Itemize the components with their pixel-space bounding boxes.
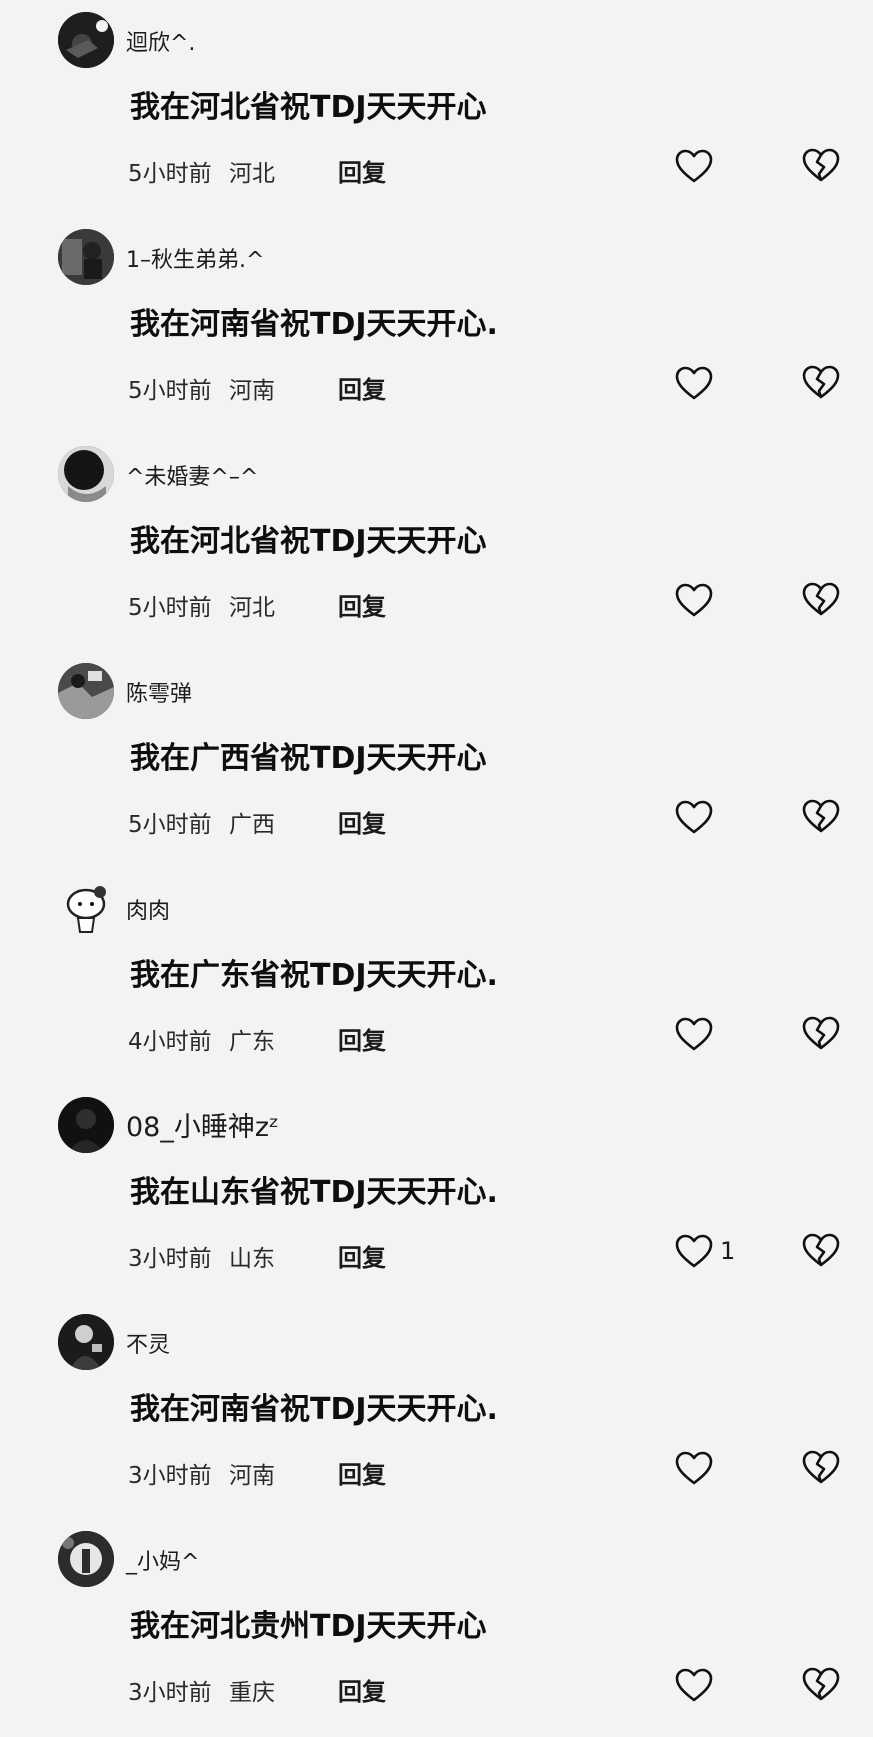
comment-item: ^未婚妻^–^ 我在河北省祝TDJ天天开心 5小时前 河北 回复 (0, 434, 873, 651)
comment-meta: 3小时前 河南 (128, 1456, 275, 1490)
broken-heart-icon (800, 797, 842, 835)
dislike-button[interactable] (800, 1231, 842, 1271)
comment-meta: 5小时前 河北 (128, 588, 275, 622)
reply-button[interactable]: 回复 (338, 804, 386, 839)
dislike-button[interactable] (800, 1448, 842, 1488)
dislike-button[interactable] (800, 363, 842, 403)
like-button[interactable] (674, 146, 720, 186)
comment-text: 我在河北贵州TDJ天天开心 (130, 1609, 487, 1644)
comment-text: 我在河北省祝TDJ天天开心 (130, 524, 487, 559)
username[interactable]: 陈雩弹 (126, 676, 192, 708)
heart-outline-icon (674, 365, 714, 401)
broken-heart-icon (800, 1448, 842, 1486)
comment-text: 我在山东省祝TDJ天天开心. (130, 1175, 498, 1210)
comment-location: 河北 (228, 595, 275, 621)
username[interactable]: 迴欣^. (126, 25, 195, 57)
reply-button[interactable]: 回复 (338, 153, 386, 188)
comment-time: 4小时前 (128, 1029, 212, 1055)
username[interactable]: 1–秋生弟弟.^ (126, 242, 264, 274)
comment-item: 不灵 我在河南省祝TDJ天天开心. 3小时前 河南 回复 (0, 1302, 873, 1519)
broken-heart-icon (800, 146, 842, 184)
heart-outline-icon (674, 1233, 714, 1269)
broken-heart-icon (800, 1665, 842, 1703)
comment-time: 5小时前 (128, 812, 212, 838)
comment-meta: 5小时前 广西 (128, 805, 275, 839)
comment-meta: 3小时前 重庆 (128, 1673, 275, 1707)
comment-item: 1–秋生弟弟.^ 我在河南省祝TDJ天天开心. 5小时前 河南 回复 (0, 217, 873, 434)
comment-item: 08_小睡神zᶻ 我在山东省祝TDJ天天开心. 3小时前 山东 回复 1 (0, 1085, 873, 1302)
comment-time: 3小时前 (128, 1463, 212, 1489)
user-avatar[interactable] (58, 663, 114, 719)
heart-outline-icon (674, 1450, 714, 1486)
reply-button[interactable]: 回复 (338, 587, 386, 622)
comment-location: 河北 (228, 161, 275, 187)
heart-outline-icon (674, 799, 714, 835)
broken-heart-icon (800, 1014, 842, 1052)
comment-time: 3小时前 (128, 1246, 212, 1272)
user-avatar[interactable] (58, 1314, 114, 1370)
like-button[interactable] (674, 363, 720, 403)
username[interactable]: _小妈^ (126, 1544, 199, 1576)
comment-item: _小妈^ 我在河北贵州TDJ天天开心 3小时前 重庆 回复 (0, 1519, 873, 1736)
username[interactable]: ^未婚妻^–^ (126, 459, 258, 491)
comment-time: 5小时前 (128, 161, 212, 187)
like-button[interactable] (674, 1448, 720, 1488)
comment-location: 山东 (228, 1246, 275, 1272)
comment-time: 5小时前 (128, 595, 212, 621)
user-avatar[interactable] (58, 1097, 114, 1153)
reply-button[interactable]: 回复 (338, 1455, 386, 1490)
comment-meta: 5小时前 河南 (128, 371, 275, 405)
username[interactable]: 08_小睡神zᶻ (126, 1105, 279, 1144)
broken-heart-icon (800, 1231, 842, 1269)
comment-text: 我在河南省祝TDJ天天开心. (130, 307, 498, 342)
like-button[interactable] (674, 580, 720, 620)
broken-heart-icon (800, 580, 842, 618)
comment-meta: 5小时前 河北 (128, 154, 275, 188)
heart-outline-icon (674, 148, 714, 184)
username[interactable]: 不灵 (126, 1327, 170, 1359)
heart-outline-icon (674, 582, 714, 618)
comment-location: 广东 (228, 1029, 275, 1055)
username[interactable]: 肉肉 (126, 893, 170, 925)
comment-item: 迴欣^. 我在河北省祝TDJ天天开心 5小时前 河北 回复 (0, 0, 873, 217)
comment-item: 陈雩弹 我在广西省祝TDJ天天开心 5小时前 广西 回复 (0, 651, 873, 868)
dislike-button[interactable] (800, 1014, 842, 1054)
broken-heart-icon (800, 363, 842, 401)
comment-item: 肉肉 我在广东省祝TDJ天天开心. 4小时前 广东 回复 (0, 868, 873, 1085)
reply-button[interactable]: 回复 (338, 1672, 386, 1707)
comment-location: 广西 (228, 812, 275, 838)
like-button[interactable] (674, 797, 720, 837)
like-count: 1 (720, 1237, 736, 1265)
reply-button[interactable]: 回复 (338, 370, 386, 405)
comment-time: 5小时前 (128, 378, 212, 404)
user-avatar[interactable] (58, 1531, 114, 1587)
user-avatar[interactable] (58, 880, 114, 936)
dislike-button[interactable] (800, 146, 842, 186)
comment-meta: 3小时前 山东 (128, 1239, 275, 1273)
heart-outline-icon (674, 1016, 714, 1052)
like-button[interactable] (674, 1014, 720, 1054)
reply-button[interactable]: 回复 (338, 1021, 386, 1056)
comment-location: 河南 (228, 1463, 275, 1489)
comment-meta: 4小时前 广东 (128, 1022, 275, 1056)
like-button[interactable] (674, 1665, 720, 1705)
comment-text: 我在河北省祝TDJ天天开心 (130, 90, 487, 125)
dislike-button[interactable] (800, 1665, 842, 1705)
like-button[interactable]: 1 (674, 1231, 735, 1271)
user-avatar[interactable] (58, 12, 114, 68)
comment-text: 我在广西省祝TDJ天天开心 (130, 741, 487, 776)
user-avatar[interactable] (58, 446, 114, 502)
user-avatar[interactable] (58, 229, 114, 285)
comment-location: 河南 (228, 378, 275, 404)
comment-time: 3小时前 (128, 1680, 212, 1706)
dislike-button[interactable] (800, 797, 842, 837)
heart-outline-icon (674, 1667, 714, 1703)
reply-button[interactable]: 回复 (338, 1238, 386, 1273)
comment-list: 迴欣^. 我在河北省祝TDJ天天开心 5小时前 河北 回复 1–秋生弟弟.^ 我… (0, 0, 873, 1736)
dislike-button[interactable] (800, 580, 842, 620)
comment-text: 我在广东省祝TDJ天天开心. (130, 958, 498, 993)
comment-location: 重庆 (228, 1680, 275, 1706)
comment-text: 我在河南省祝TDJ天天开心. (130, 1392, 498, 1427)
